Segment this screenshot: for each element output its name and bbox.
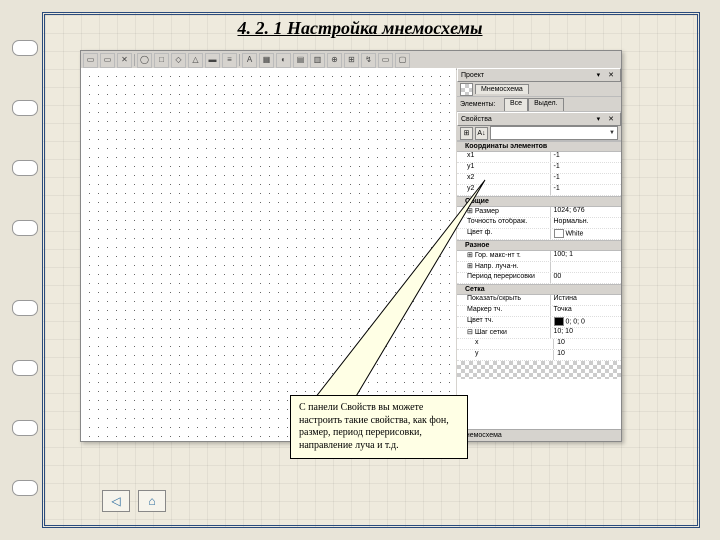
prev-button[interactable]: ◁ <box>102 490 130 512</box>
arrow-left-icon: ◁ <box>111 494 120 508</box>
home-icon: ⌂ <box>148 494 155 508</box>
callout-leader <box>80 50 620 450</box>
page-title: 4. 2. 1 Настройка мнемосхемы <box>0 18 720 39</box>
callout-box: С панели Свойств вы можете настроить так… <box>290 395 468 459</box>
home-button[interactable]: ⌂ <box>138 490 166 512</box>
